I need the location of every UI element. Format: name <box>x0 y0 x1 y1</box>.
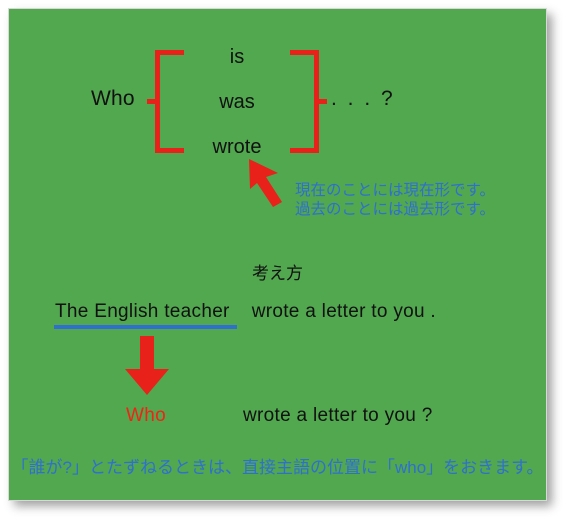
method-heading: 考え方 <box>252 264 303 283</box>
bottom-explanation-note: 「誰が?」とたずねるときは、直接主語の位置に「who」をおきます。 <box>11 458 544 477</box>
example-source-subject: The English teacher <box>55 301 230 322</box>
pattern-lead-word: Who <box>91 87 135 110</box>
bracket-right-tick-icon <box>314 99 327 104</box>
verb-bracket-group <box>147 50 327 153</box>
example-result-predicate: wrote a letter to you ? <box>243 405 433 426</box>
tense-note-line-1: 現在のことには現在形です。 <box>295 182 495 199</box>
tense-note: 現在のことには現在形です。 過去のことには過去形です。 <box>295 181 495 219</box>
example-source-sentence: The English teacher wrote a letter to you… <box>55 301 436 323</box>
example-result-sentence: Who wrote a letter to you ? <box>126 405 433 427</box>
arrow-down-icon <box>125 336 169 395</box>
bracket-left-icon <box>147 50 184 153</box>
tense-note-line-2: 過去のことには過去形です。 <box>295 201 495 218</box>
example-result-subject: Who <box>126 405 166 426</box>
example-source-predicate: wrote a letter to you . <box>251 301 437 322</box>
green-slide-card: Who is was wrote . . . ? 現在のことには現在形です。 過… <box>8 8 547 501</box>
subject-underline <box>54 325 237 329</box>
pattern-tail-ellipsis-question: . . . ? <box>331 87 396 110</box>
slide-root: Who is was wrote . . . ? 現在のことには現在形です。 過… <box>0 0 569 523</box>
bracket-right-icon <box>290 50 327 153</box>
bracket-left-tick-icon <box>147 99 160 104</box>
